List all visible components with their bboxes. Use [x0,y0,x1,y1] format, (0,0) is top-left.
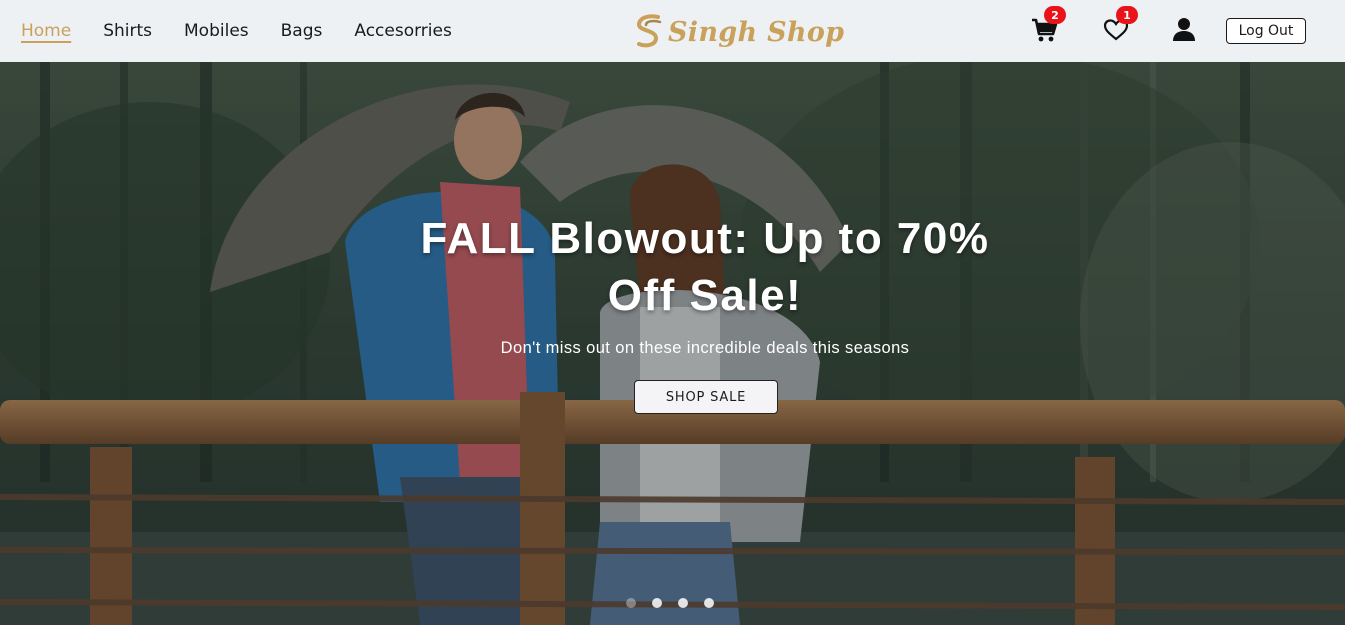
main-nav: Home Shirts Mobiles Bags Accesorries [21,0,484,62]
navbar: Home Shirts Mobiles Bags Accesorries Sin… [0,0,1345,62]
nav-link-home[interactable]: Home [21,20,71,42]
wishlist-button[interactable]: 1 [1102,6,1138,44]
carousel-dot-2[interactable] [652,598,662,608]
nav-link-mobiles[interactable]: Mobiles [184,20,249,42]
user-icon [1173,18,1195,41]
shop-sale-button[interactable]: SHOP SALE [634,380,778,414]
hero-title: FALL Blowout: Up to 70% Off Sale! [420,214,990,320]
nav-link-accessories[interactable]: Accesorries [354,20,451,42]
carousel-dot-4[interactable] [704,598,714,608]
brand-mark-icon [637,14,662,48]
nav-link-bags[interactable]: Bags [281,20,323,42]
wishlist-count-badge: 1 [1116,6,1138,24]
hero-subtitle: Don't miss out on these incredible deals… [500,339,910,357]
account-button[interactable] [1170,16,1198,44]
logout-button[interactable]: Log Out [1226,18,1306,44]
carousel-dot-3[interactable] [678,598,688,608]
carousel-dot-1[interactable] [626,598,636,608]
brand-logo[interactable]: Singh Shop [634,12,844,52]
hero-carousel: FALL Blowout: Up to 70% Off Sale! Don't … [0,62,1345,625]
brand-name: Singh Shop [668,16,845,48]
carousel-indicators [626,598,714,608]
nav-link-shirts[interactable]: Shirts [103,20,152,42]
cart-button[interactable]: 2 [1030,6,1066,44]
cart-count-badge: 2 [1044,6,1066,24]
